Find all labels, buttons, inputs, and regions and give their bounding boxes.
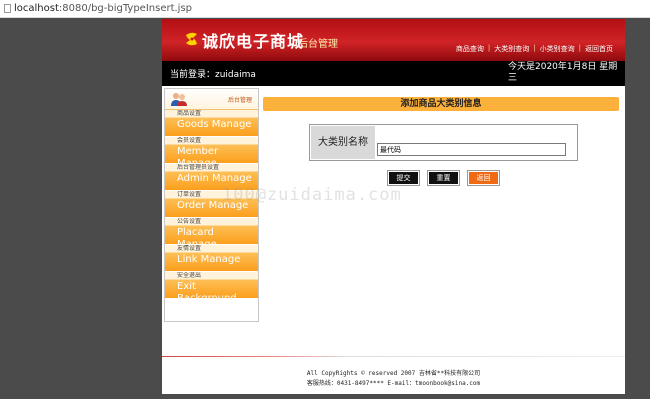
browser-address-bar[interactable]: localhost:8080/bg-bigTypeInsert.jsp <box>0 0 650 18</box>
site-footer: All CopyRights © reserved 2007 吉林省**科技有限… <box>162 369 625 389</box>
category-name-label: 大类别名称 <box>311 126 375 159</box>
nav-goods-query[interactable]: 商品查询 <box>452 44 488 54</box>
menu-item-en-label: Link Manage <box>177 254 241 265</box>
site-header: 诚欣电子商城 后台管理 商品查询 | 大类别查询 | 小类别查询 | 返回首页 <box>162 19 625 61</box>
page-icon <box>4 4 11 13</box>
footer-contact: 客服热线：0431-8497**** E-mail：tmoonbook@sina… <box>306 380 481 387</box>
current-user: 当前登录：zuidaima <box>170 70 256 80</box>
date-line-2: 三 <box>508 73 518 83</box>
site-logo-subtitle: 后台管理 <box>298 39 338 50</box>
nav-small-category-query[interactable]: 小类别查询 <box>536 44 579 54</box>
form-title: 添加商品大类别信息 <box>263 97 619 111</box>
menu-item-cn-label: 订单设置 <box>177 191 202 198</box>
menu-item-en-label: Exit Background <box>177 281 237 299</box>
current-date: 今天是2020年1月8日 星期 三 <box>508 62 622 84</box>
category-name-cell <box>377 126 575 159</box>
url-host: localhost <box>14 3 59 14</box>
menu-item-exit[interactable]: 安全退出 Exit Background <box>165 272 258 299</box>
menu-item-en-label: Goods Manage <box>177 119 252 130</box>
menu-header: 后台管理 <box>165 89 258 110</box>
admin-users-icon <box>171 93 187 106</box>
admin-page: 诚欣电子商城 后台管理 商品查询 | 大类别查询 | 小类别查询 | 返回首页 当前登… <box>162 19 625 394</box>
reset-button[interactable]: 重置 <box>428 171 459 185</box>
site-logo-text: 诚欣电子商城 <box>202 32 305 51</box>
url-text[interactable]: localhost:8080/bg-bigTypeInsert.jsp <box>14 0 192 18</box>
back-button[interactable]: 返回 <box>468 171 499 185</box>
menu-item-cn-label: 商品设置 <box>177 110 202 117</box>
menu-item-placard[interactable]: 公告设置 Placard Manage <box>165 218 258 245</box>
watermark: 100@zuidaima.com <box>222 185 402 205</box>
big-category-form: 大类别名称 <box>309 124 578 161</box>
login-bar: 当前登录：zuidaima 今天是2020年1月8日 星期 三 <box>162 61 625 86</box>
footer-copyright: All CopyRights © reserved 2007 吉林省**科技有限… <box>306 370 481 377</box>
menu-title: 后台管理 <box>227 97 252 104</box>
logo-icon <box>186 32 197 46</box>
url-path: :8080/bg-bigTypeInsert.jsp <box>58 3 193 14</box>
menu-item-cn-label: 友情设置 <box>177 245 202 252</box>
submit-button[interactable]: 提交 <box>388 171 419 185</box>
footer-divider <box>162 356 625 357</box>
header-nav: 商品查询 | 大类别查询 | 小类别查询 | 返回首页 <box>452 44 617 54</box>
menu-item-link[interactable]: 友情设置 Link Manage <box>165 245 258 272</box>
menu-item-en-label: Member Manage <box>177 146 219 164</box>
date-line-1: 今天是2020年1月8日 星期 <box>508 62 618 72</box>
menu-item-cn-label: 后台管理员设置 <box>177 164 220 171</box>
nav-home[interactable]: 返回首页 <box>581 44 617 54</box>
menu-item-cn-label: 会员设置 <box>177 137 202 144</box>
menu-item-cn-label: 安全退出 <box>177 272 202 279</box>
menu-item-goods[interactable]: 商品设置 Goods Manage <box>165 110 258 137</box>
nav-big-category-query[interactable]: 大类别查询 <box>490 44 533 54</box>
category-name-input[interactable] <box>377 143 566 156</box>
menu-item-cn-label: 公告设置 <box>177 218 202 225</box>
menu-item-en-label: Placard Manage <box>177 227 217 245</box>
menu-item-en-label: Admin Manage <box>177 173 252 184</box>
menu-item-member[interactable]: 会员设置 Member Manage <box>165 137 258 164</box>
admin-menu: 后台管理 商品设置 Goods Manage 会员设置 Member Manag… <box>164 88 259 322</box>
